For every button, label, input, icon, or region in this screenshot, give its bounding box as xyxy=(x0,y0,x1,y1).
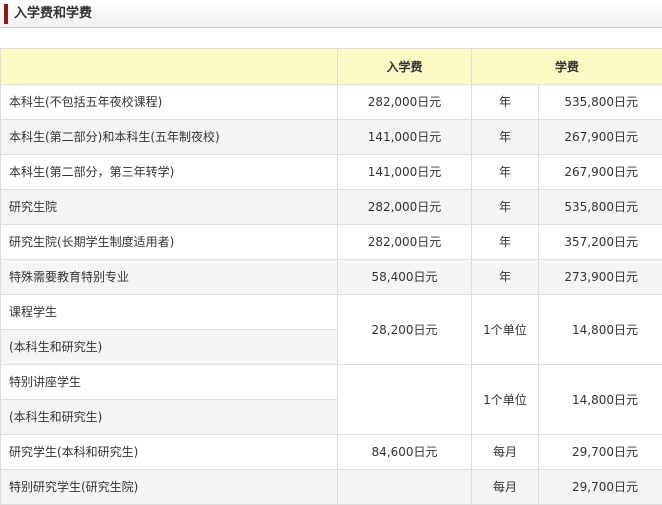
row-entrance-fee: 141,000日元 xyxy=(338,155,472,190)
section-header: 入学费和学费 xyxy=(0,0,662,28)
header-category-cell xyxy=(1,49,338,85)
table-header-row: 入学费 学费 xyxy=(1,49,662,85)
row-entrance-fee xyxy=(338,365,472,435)
row-category: 本科生(第二部分)和本科生(五年制夜校) xyxy=(1,120,338,155)
row-tuition: 535,800日元 xyxy=(539,85,662,120)
row-tuition: 29,700日元 xyxy=(539,470,662,505)
row-entrance-fee: 28,200日元 xyxy=(338,295,472,365)
row-unit: 每月 xyxy=(472,470,539,505)
row-entrance-fee: 282,000日元 xyxy=(338,225,472,260)
table-row: 特别讲座学生 1个单位 14,800日元 xyxy=(1,365,662,400)
header-entrance-fee: 入学费 xyxy=(338,49,472,85)
row-entrance-fee: 84,600日元 xyxy=(338,435,472,470)
row-tuition: 357,200日元 xyxy=(539,225,662,260)
row-entrance-fee: 141,000日元 xyxy=(338,120,472,155)
row-entrance-fee: 282,000日元 xyxy=(338,85,472,120)
table-row: 研究学生(本科和研究生) 84,600日元 每月 29,700日元 xyxy=(1,435,662,470)
row-tuition: 14,800日元 xyxy=(539,365,662,435)
fees-table: 入学费 学费 本科生(不包括五年夜校课程) 282,000日元 年 535,80… xyxy=(0,48,662,505)
header-tuition: 学费 xyxy=(472,49,662,85)
row-category: 课程学生 xyxy=(1,295,338,330)
row-unit: 年 xyxy=(472,190,539,225)
row-category-sub: (本科生和研究生) xyxy=(1,330,338,365)
row-tuition: 29,700日元 xyxy=(539,435,662,470)
row-tuition: 535,800日元 xyxy=(539,190,662,225)
table-row: 研究生院(长期学生制度适用者) 282,000日元 年 357,200日元 xyxy=(1,225,662,260)
row-category: 本科生(不包括五年夜校课程) xyxy=(1,85,338,120)
row-entrance-fee xyxy=(338,470,472,505)
row-unit: 年 xyxy=(472,155,539,190)
row-entrance-fee: 282,000日元 xyxy=(338,190,472,225)
row-category: 研究生院(长期学生制度适用者) xyxy=(1,225,338,260)
row-category-sub: (本科生和研究生) xyxy=(1,400,338,435)
row-unit: 年 xyxy=(472,225,539,260)
row-category: 研究学生(本科和研究生) xyxy=(1,435,338,470)
row-category: 研究生院 xyxy=(1,190,338,225)
row-unit: 年 xyxy=(472,120,539,155)
table-row: 特别研究学生(研究生院) 每月 29,700日元 xyxy=(1,470,662,505)
row-category: 特殊需要教育特别专业 xyxy=(1,260,338,295)
row-tuition: 267,900日元 xyxy=(539,155,662,190)
row-unit: 年 xyxy=(472,85,539,120)
table-row: 本科生(第二部分)和本科生(五年制夜校) 141,000日元 年 267,900… xyxy=(1,120,662,155)
row-entrance-fee: 58,400日元 xyxy=(338,260,472,295)
table-row: 特殊需要教育特别专业 58,400日元 年 273,900日元 xyxy=(1,260,662,295)
row-tuition: 273,900日元 xyxy=(539,260,662,295)
row-tuition: 14,800日元 xyxy=(539,295,662,365)
table-row: 课程学生 28,200日元 1个单位 14,800日元 xyxy=(1,295,662,330)
section-accent-bar xyxy=(4,4,8,24)
row-category: 特别研究学生(研究生院) xyxy=(1,470,338,505)
row-unit: 1个单位 xyxy=(472,365,539,435)
row-unit: 1个单位 xyxy=(472,295,539,365)
section-title: 入学费和学费 xyxy=(14,6,92,22)
table-row: 本科生(第二部分，第三年转学) 141,000日元 年 267,900日元 xyxy=(1,155,662,190)
table-row: 研究生院 282,000日元 年 535,800日元 xyxy=(1,190,662,225)
row-unit: 年 xyxy=(472,260,539,295)
row-category: 特别讲座学生 xyxy=(1,365,338,400)
row-category: 本科生(第二部分，第三年转学) xyxy=(1,155,338,190)
row-tuition: 267,900日元 xyxy=(539,120,662,155)
row-unit: 每月 xyxy=(472,435,539,470)
table-row: 本科生(不包括五年夜校课程) 282,000日元 年 535,800日元 xyxy=(1,85,662,120)
